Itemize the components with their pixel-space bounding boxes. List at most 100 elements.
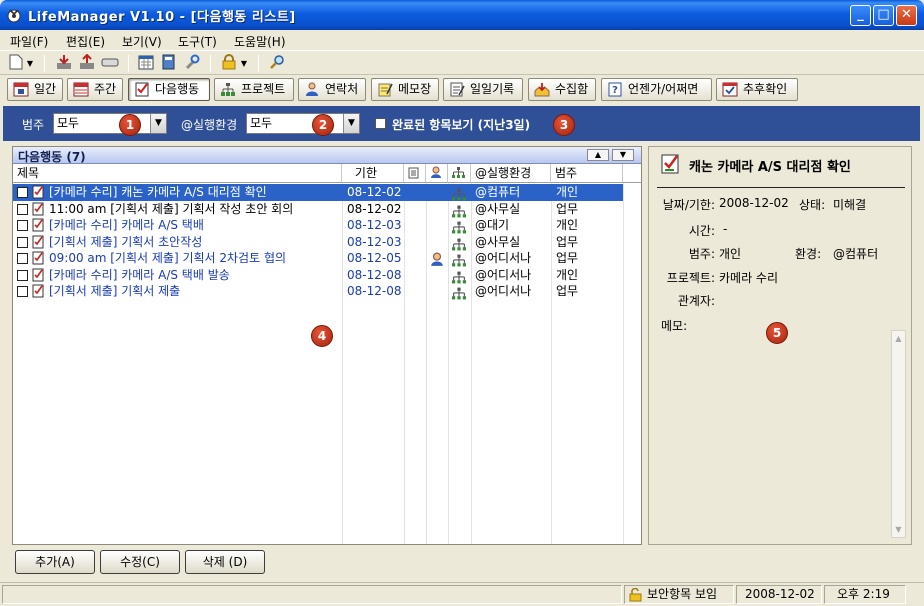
status-time: 오후 2:19 <box>824 585 906 604</box>
chevron-down-icon[interactable]: ▼ <box>150 114 166 133</box>
menu-view[interactable]: 보기(V) <box>122 33 162 50</box>
chevron-down-icon[interactable]: ▼ <box>343 114 359 133</box>
memo-pad-icon <box>378 83 393 97</box>
nav-someday-button[interactable]: ? 언젠가/어쩌면 <box>601 78 712 101</box>
column-header-project[interactable] <box>448 164 471 183</box>
detail-project-value: 카메라 수리 <box>719 271 779 285</box>
detail-title: 캐논 카메라 A/S 대리점 확인 <box>689 160 851 175</box>
table-row[interactable]: [기획서 제출] 기획서 제출 08-12-08 @어디서나 업무 <box>13 283 623 300</box>
person-column-icon <box>431 166 441 178</box>
nav-weekly-button[interactable]: 주간 <box>67 78 123 101</box>
secure-items-status[interactable]: 보안항목 보임 <box>624 585 734 604</box>
eraser-icon[interactable] <box>100 54 120 73</box>
edit-button[interactable]: 수정(C) <box>100 550 180 574</box>
table-row[interactable]: [카메라 수리] 캐논 카메라 A/S 대리점 확인 08-12-02 @컴퓨터 개인 <box>13 184 623 201</box>
menu-tools[interactable]: 도구(T) <box>178 33 217 50</box>
table-row[interactable]: [카메라 수리] 카메라 A/S 택배 발송 08-12-08 @어디서나 개인 <box>13 267 623 284</box>
menu-file[interactable]: 파일(F) <box>10 33 48 50</box>
list-panel-title: 다음행동 (7) <box>18 150 86 164</box>
scroll-up-icon[interactable]: ▲ <box>892 331 905 346</box>
close-button[interactable]: ✕ <box>896 5 917 26</box>
category-filter-select[interactable]: 모두 ▼ <box>53 113 167 134</box>
callout-badge-5: 5 <box>766 322 788 344</box>
project-column-icon <box>452 167 465 178</box>
detail-panel: 캐논 카메라 A/S 대리점 확인 날짜/기한: 2008-12-02 상태: … <box>648 146 912 545</box>
task-checklist-icon <box>32 235 44 248</box>
detail-category-label: 범주: <box>688 247 715 261</box>
row-category: 업무 <box>556 234 579 249</box>
move-up-icon[interactable]: ▲ <box>587 149 609 161</box>
book-icon[interactable] <box>159 54 179 73</box>
calendar-icon[interactable] <box>136 54 156 73</box>
maximize-button[interactable]: □ <box>873 5 894 26</box>
daily-calendar-icon <box>13 82 29 97</box>
nav-project-button[interactable]: 프로젝트 <box>214 78 294 101</box>
column-header-context[interactable]: @실행환경 <box>471 164 551 183</box>
row-category: 업무 <box>556 201 579 216</box>
delete-button[interactable]: 삭제 (D) <box>185 550 265 574</box>
standard-toolbar: ▼ ▼ <box>0 50 924 75</box>
detail-time-value: - <box>723 222 728 236</box>
table-row[interactable]: [카메라 수리] 카메라 A/S 택배 08-12-03 @대기 개인 <box>13 217 623 234</box>
wrench-icon[interactable] <box>182 54 202 73</box>
column-header-title[interactable]: 제목 <box>13 164 342 183</box>
complete-checkbox[interactable] <box>17 220 28 231</box>
callout-badge-2: 2 <box>312 114 334 136</box>
weekly-calendar-icon <box>73 82 89 97</box>
daily-log-icon <box>450 82 465 97</box>
memo-scrollbar[interactable]: ▲ ▼ <box>891 330 906 538</box>
complete-checkbox[interactable] <box>17 269 28 281</box>
search-icon[interactable] <box>268 54 288 73</box>
import-icon[interactable] <box>54 54 74 73</box>
column-header-category[interactable]: 범주 <box>551 164 623 183</box>
row-due: 08-12-08 <box>347 267 402 282</box>
column-header-person[interactable] <box>426 164 448 183</box>
detail-memo-label: 메모: <box>661 319 688 333</box>
nav-contacts-button[interactable]: 연락처 <box>298 78 366 101</box>
column-header-memo[interactable] <box>404 164 426 183</box>
complete-checkbox[interactable] <box>17 187 28 198</box>
callout-badge-4: 4 <box>311 325 333 347</box>
scroll-down-icon[interactable]: ▼ <box>892 522 905 537</box>
show-completed-checkbox[interactable] <box>375 118 386 129</box>
complete-checkbox[interactable] <box>17 236 28 248</box>
task-checklist-icon <box>32 268 44 281</box>
export-icon[interactable] <box>77 53 97 73</box>
nav-followup-button[interactable]: 추후확인 <box>716 78 798 101</box>
table-row[interactable]: 09:00 am [기획서 제출] 기획서 2차검토 협의 08-12-05 @어디… <box>13 250 623 267</box>
row-context: @사무실 <box>475 201 521 216</box>
table-row[interactable]: [기획서 제출] 기획서 초안작성 08-12-03 @사무실 업무 <box>13 234 623 251</box>
next-action-list-panel: 다음행동 (7) ▲ ▼ 제목 기한 @실행환경 범주 [카메라 수리] 캐논 … <box>12 146 642 545</box>
menu-edit[interactable]: 편집(E) <box>66 33 105 50</box>
complete-checkbox[interactable] <box>17 203 28 215</box>
show-completed-label[interactable]: 완료된 항목보기 (지난3일) <box>392 116 530 133</box>
row-title: [카메라 수리] 카메라 A/S 택배 <box>49 218 204 232</box>
nav-next-action-button[interactable]: 다음행동 <box>128 78 210 101</box>
context-filter-select[interactable]: 모두 ▼ <box>246 113 360 134</box>
minimize-button[interactable]: _ <box>850 5 871 26</box>
nav-memo-button[interactable]: 메모장 <box>371 78 439 101</box>
row-due: 08-12-02 <box>347 201 402 216</box>
nav-inbox-button[interactable]: 수집함 <box>528 78 596 101</box>
row-title: [카메라 수리] 캐논 카메라 A/S 대리점 확인 <box>49 185 267 199</box>
lock-icon[interactable] <box>219 54 239 73</box>
complete-checkbox[interactable] <box>17 253 28 264</box>
column-header-due[interactable]: 기한 <box>342 164 404 183</box>
lock-dropdown-icon[interactable]: ▼ <box>238 54 250 73</box>
row-context: @어디서나 <box>475 251 532 265</box>
task-checklist-icon <box>32 284 44 298</box>
new-document-icon[interactable] <box>6 54 26 73</box>
person-icon <box>431 252 443 266</box>
add-button[interactable]: 추가(A) <box>15 550 95 574</box>
menu-help[interactable]: 도움말(H) <box>234 33 286 50</box>
new-dropdown-icon[interactable]: ▼ <box>24 54 36 73</box>
nav-daily-log-button[interactable]: 일일기록 <box>443 78 523 101</box>
detail-date-label: 날짜/기한: <box>662 198 715 212</box>
detail-date-value: 2008-12-02 <box>719 196 789 210</box>
move-down-icon[interactable]: ▼ <box>612 149 634 161</box>
status-bar: 보안항목 보임 2008-12-02 오후 2:19 <box>0 582 924 606</box>
task-checklist-icon <box>32 202 44 215</box>
complete-checkbox[interactable] <box>17 286 28 297</box>
nav-daily-button[interactable]: 일간 <box>7 78 63 101</box>
table-row[interactable]: 11:00 am [기획서 제출] 기획서 작성 초안 회의 08-12-02 @사… <box>13 201 623 218</box>
